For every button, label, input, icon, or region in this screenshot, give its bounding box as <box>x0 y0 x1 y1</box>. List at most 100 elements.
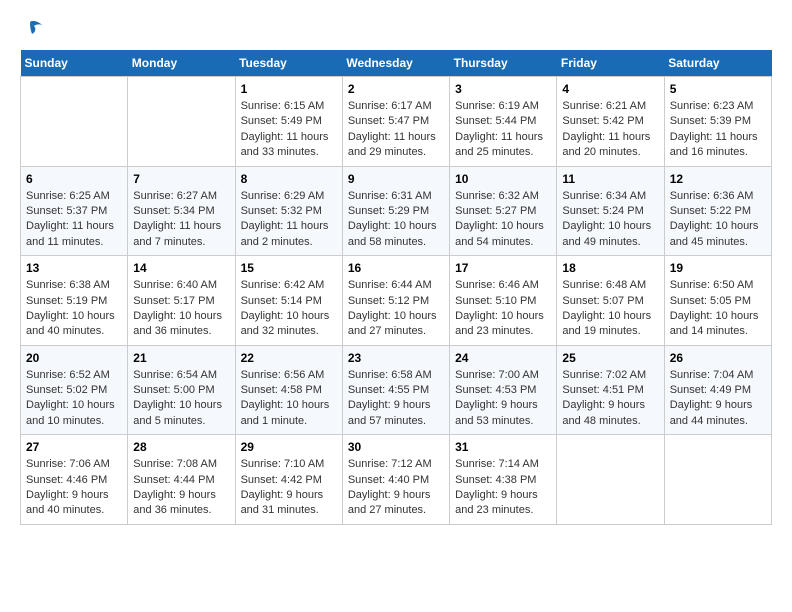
day-info: Sunrise: 7:06 AM Sunset: 4:46 PM Dayligh… <box>26 457 122 519</box>
day-number: 12 <box>670 172 766 186</box>
day-cell: 24 Sunrise: 7:00 AM Sunset: 4:53 PM Dayli… <box>450 345 557 435</box>
day-info: Sunrise: 7:04 AM Sunset: 4:49 PM Dayligh… <box>670 368 766 430</box>
day-cell <box>21 77 128 167</box>
day-info: Sunrise: 6:15 AM Sunset: 5:49 PM Dayligh… <box>241 99 337 161</box>
day-info: Sunrise: 7:08 AM Sunset: 4:44 PM Dayligh… <box>133 457 229 519</box>
day-info: Sunrise: 7:14 AM Sunset: 4:38 PM Dayligh… <box>455 457 551 519</box>
day-cell: 11Sunrise: 6:34 AM Sunset: 5:24 PM Dayli… <box>557 166 664 256</box>
day-cell: 30 Sunrise: 7:12 AM Sunset: 4:40 PM Dayli… <box>342 435 449 525</box>
day-number: 21 <box>133 351 229 365</box>
weekday-header-wednesday: Wednesday <box>342 50 449 77</box>
day-cell: 27 Sunrise: 7:06 AM Sunset: 4:46 PM Dayli… <box>21 435 128 525</box>
day-info: Sunrise: 6:42 AM Sunset: 5:14 PM Dayligh… <box>241 278 337 340</box>
day-info: Sunrise: 6:27 AM Sunset: 5:34 PM Dayligh… <box>133 189 229 251</box>
week-row-3: 13 Sunrise: 6:38 AM Sunset: 5:19 PM Dayli… <box>21 256 772 346</box>
day-info: Sunrise: 6:31 AM Sunset: 5:29 PM Dayligh… <box>348 189 444 251</box>
day-number: 9 <box>348 172 444 186</box>
day-number: 7 <box>133 172 229 186</box>
page-header <box>20 20 772 34</box>
day-cell: 14 Sunrise: 6:40 AM Sunset: 5:17 PM Dayli… <box>128 256 235 346</box>
week-row-1: 1Sunrise: 6:15 AM Sunset: 5:49 PM Daylig… <box>21 77 772 167</box>
day-info: Sunrise: 6:54 AM Sunset: 5:00 PM Dayligh… <box>133 368 229 430</box>
weekday-header-tuesday: Tuesday <box>235 50 342 77</box>
day-cell <box>128 77 235 167</box>
day-number: 17 <box>455 261 551 275</box>
day-cell: 3 Sunrise: 6:19 AM Sunset: 5:44 PM Daylig… <box>450 77 557 167</box>
day-cell <box>664 435 771 525</box>
logo-bird-icon <box>22 20 44 38</box>
day-number: 23 <box>348 351 444 365</box>
day-cell: 28 Sunrise: 7:08 AM Sunset: 4:44 PM Dayli… <box>128 435 235 525</box>
day-info: Sunrise: 6:32 AM Sunset: 5:27 PM Dayligh… <box>455 189 551 251</box>
day-number: 29 <box>241 440 337 454</box>
day-info: Sunrise: 6:34 AM Sunset: 5:24 PM Dayligh… <box>562 189 658 251</box>
week-row-4: 20 Sunrise: 6:52 AM Sunset: 5:02 PM Dayli… <box>21 345 772 435</box>
day-cell: 4 Sunrise: 6:21 AM Sunset: 5:42 PM Daylig… <box>557 77 664 167</box>
weekday-header-monday: Monday <box>128 50 235 77</box>
day-number: 28 <box>133 440 229 454</box>
day-info: Sunrise: 6:52 AM Sunset: 5:02 PM Dayligh… <box>26 368 122 430</box>
day-number: 2 <box>348 82 444 96</box>
day-number: 26 <box>670 351 766 365</box>
day-info: Sunrise: 7:00 AM Sunset: 4:53 PM Dayligh… <box>455 368 551 430</box>
day-info: Sunrise: 6:48 AM Sunset: 5:07 PM Dayligh… <box>562 278 658 340</box>
day-cell: 15 Sunrise: 6:42 AM Sunset: 5:14 PM Dayli… <box>235 256 342 346</box>
day-number: 15 <box>241 261 337 275</box>
day-info: Sunrise: 7:02 AM Sunset: 4:51 PM Dayligh… <box>562 368 658 430</box>
day-number: 27 <box>26 440 122 454</box>
day-number: 22 <box>241 351 337 365</box>
day-number: 30 <box>348 440 444 454</box>
logo <box>20 20 44 34</box>
day-cell: 23 Sunrise: 6:58 AM Sunset: 4:55 PM Dayli… <box>342 345 449 435</box>
day-cell: 31 Sunrise: 7:14 AM Sunset: 4:38 PM Dayli… <box>450 435 557 525</box>
day-number: 14 <box>133 261 229 275</box>
day-number: 6 <box>26 172 122 186</box>
day-info: Sunrise: 6:38 AM Sunset: 5:19 PM Dayligh… <box>26 278 122 340</box>
day-info: Sunrise: 6:19 AM Sunset: 5:44 PM Dayligh… <box>455 99 551 161</box>
day-cell: 2Sunrise: 6:17 AM Sunset: 5:47 PM Daylig… <box>342 77 449 167</box>
day-cell: 17 Sunrise: 6:46 AM Sunset: 5:10 PM Dayli… <box>450 256 557 346</box>
day-number: 24 <box>455 351 551 365</box>
week-row-5: 27 Sunrise: 7:06 AM Sunset: 4:46 PM Dayli… <box>21 435 772 525</box>
weekday-header-friday: Friday <box>557 50 664 77</box>
day-number: 31 <box>455 440 551 454</box>
day-number: 16 <box>348 261 444 275</box>
day-info: Sunrise: 6:40 AM Sunset: 5:17 PM Dayligh… <box>133 278 229 340</box>
day-cell: 29Sunrise: 7:10 AM Sunset: 4:42 PM Dayli… <box>235 435 342 525</box>
day-number: 4 <box>562 82 658 96</box>
day-cell: 6 Sunrise: 6:25 AM Sunset: 5:37 PM Daylig… <box>21 166 128 256</box>
weekday-header-sunday: Sunday <box>21 50 128 77</box>
day-cell: 16 Sunrise: 6:44 AM Sunset: 5:12 PM Dayli… <box>342 256 449 346</box>
weekday-header-row: SundayMondayTuesdayWednesdayThursdayFrid… <box>21 50 772 77</box>
day-cell: 7 Sunrise: 6:27 AM Sunset: 5:34 PM Daylig… <box>128 166 235 256</box>
day-cell: 26 Sunrise: 7:04 AM Sunset: 4:49 PM Dayli… <box>664 345 771 435</box>
day-info: Sunrise: 6:25 AM Sunset: 5:37 PM Dayligh… <box>26 189 122 251</box>
day-number: 3 <box>455 82 551 96</box>
week-row-2: 6 Sunrise: 6:25 AM Sunset: 5:37 PM Daylig… <box>21 166 772 256</box>
weekday-header-thursday: Thursday <box>450 50 557 77</box>
day-cell: 25 Sunrise: 7:02 AM Sunset: 4:51 PM Dayli… <box>557 345 664 435</box>
day-number: 10 <box>455 172 551 186</box>
day-number: 13 <box>26 261 122 275</box>
day-info: Sunrise: 7:12 AM Sunset: 4:40 PM Dayligh… <box>348 457 444 519</box>
day-cell: 18Sunrise: 6:48 AM Sunset: 5:07 PM Dayli… <box>557 256 664 346</box>
day-info: Sunrise: 6:58 AM Sunset: 4:55 PM Dayligh… <box>348 368 444 430</box>
weekday-header-saturday: Saturday <box>664 50 771 77</box>
day-cell: 10 Sunrise: 6:32 AM Sunset: 5:27 PM Dayli… <box>450 166 557 256</box>
day-cell: 8Sunrise: 6:29 AM Sunset: 5:32 PM Daylig… <box>235 166 342 256</box>
day-number: 8 <box>241 172 337 186</box>
day-info: Sunrise: 6:46 AM Sunset: 5:10 PM Dayligh… <box>455 278 551 340</box>
day-info: Sunrise: 6:21 AM Sunset: 5:42 PM Dayligh… <box>562 99 658 161</box>
day-cell: 20 Sunrise: 6:52 AM Sunset: 5:02 PM Dayli… <box>21 345 128 435</box>
day-info: Sunrise: 6:23 AM Sunset: 5:39 PM Dayligh… <box>670 99 766 161</box>
day-cell: 22 Sunrise: 6:56 AM Sunset: 4:58 PM Dayli… <box>235 345 342 435</box>
day-info: Sunrise: 6:36 AM Sunset: 5:22 PM Dayligh… <box>670 189 766 251</box>
day-cell: 21 Sunrise: 6:54 AM Sunset: 5:00 PM Dayli… <box>128 345 235 435</box>
day-number: 25 <box>562 351 658 365</box>
day-info: Sunrise: 6:56 AM Sunset: 4:58 PM Dayligh… <box>241 368 337 430</box>
day-number: 20 <box>26 351 122 365</box>
day-cell <box>557 435 664 525</box>
day-info: Sunrise: 6:44 AM Sunset: 5:12 PM Dayligh… <box>348 278 444 340</box>
day-cell: 19Sunrise: 6:50 AM Sunset: 5:05 PM Dayli… <box>664 256 771 346</box>
day-number: 5 <box>670 82 766 96</box>
